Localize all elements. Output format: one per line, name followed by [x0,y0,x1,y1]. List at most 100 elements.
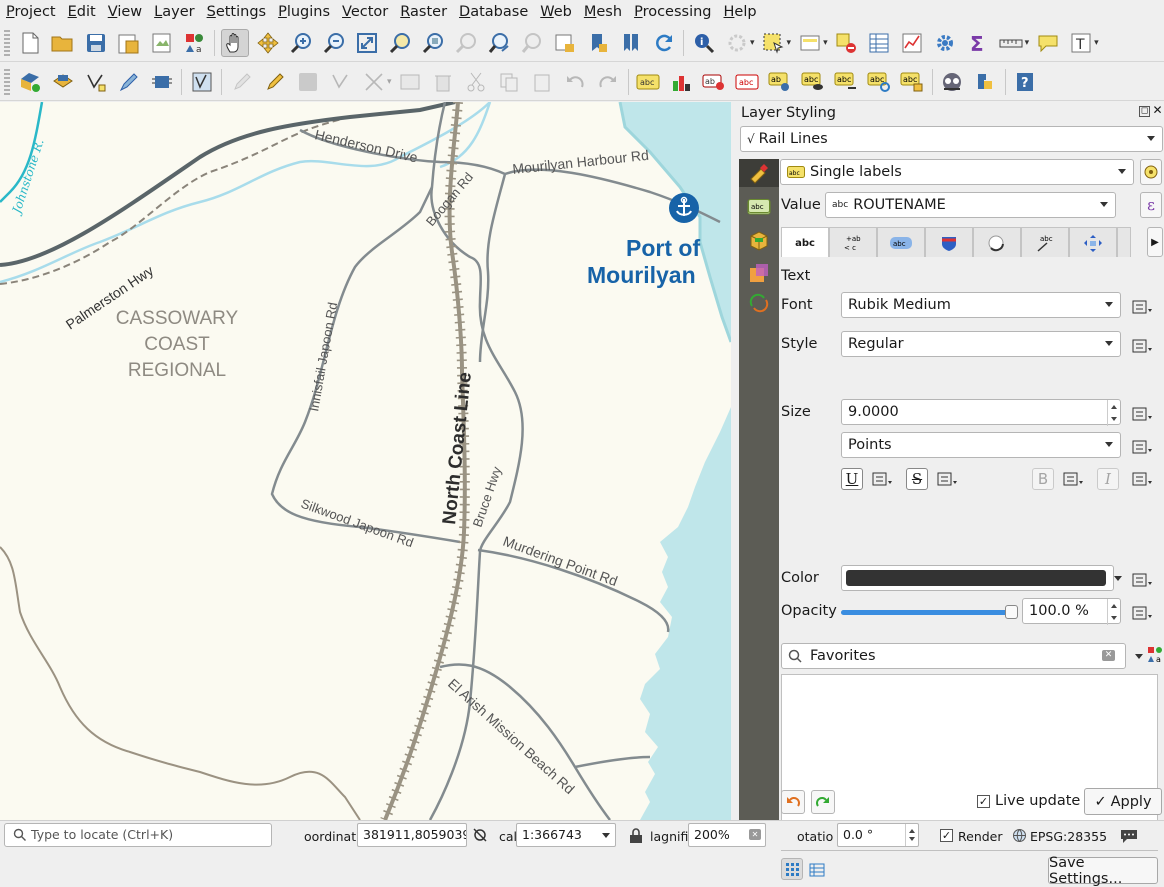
save-settings-button[interactable]: Save Settings... [1048,855,1158,887]
underline-button[interactable]: U [841,468,863,490]
magnifier-spinbox[interactable]: 200% ✕ [688,823,766,847]
toolbar-handle[interactable] [4,29,10,56]
unit-override-icon[interactable] [1131,437,1153,457]
new-project-icon[interactable] [16,29,44,57]
refresh-icon[interactable] [650,29,678,57]
identify-icon[interactable]: i [690,29,718,57]
color-override-icon[interactable] [1131,570,1153,590]
options-gear-icon[interactable] [931,29,959,57]
render-checkbox[interactable]: ✓ [940,829,953,842]
scale-dropdown-arrow[interactable] [602,833,610,838]
python-plugin-icon[interactable] [938,68,966,96]
icon-view-button[interactable] [781,858,803,880]
pan-to-selection-icon[interactable] [254,29,282,57]
digitize-pen-icon[interactable] [115,68,143,96]
tab-buffer[interactable]: abc [877,227,925,257]
color-button[interactable] [841,565,1114,591]
attribute-table-icon[interactable] [865,29,893,57]
scale-combo[interactable]: 1:366743 [516,823,616,847]
change-label-icon[interactable]: abc [898,68,926,96]
opacity-spinbox[interactable]: 100.0 % [1022,598,1121,625]
messages-icon[interactable] [1120,828,1138,848]
tab-background[interactable] [925,227,973,257]
zoom-to-selection-icon[interactable] [386,29,414,57]
undo-icon[interactable] [561,68,589,96]
locator-search[interactable]: Type to locate (Ctrl+K) [4,823,272,847]
preview-labels-icon[interactable]: abc [799,68,827,96]
zoom-full-icon[interactable] [353,29,381,57]
menu-layer[interactable]: Layer [148,0,200,24]
opacity-override-icon[interactable] [1131,603,1153,623]
vertex-tool-icon[interactable] [360,68,388,96]
python-console-icon[interactable] [971,68,999,96]
font-combo[interactable]: Rubik Medium [841,292,1121,318]
pan-hand-icon[interactable] [220,28,249,57]
help-icon[interactable]: ? [1011,68,1039,96]
tab-placement[interactable] [1069,227,1117,257]
strikeout-override-icon[interactable] [936,469,958,489]
coordinate-field[interactable]: 381911,8059039 [357,823,467,847]
save-project-icon[interactable] [82,29,110,57]
map-canvas[interactable]: Johnstone R. Palmerston Hwy Henderson Dr… [0,102,731,820]
italic-override-icon[interactable] [1131,469,1153,489]
save-edits-icon[interactable] [294,68,322,96]
tab-text[interactable]: abc [781,227,829,258]
symbology-brush-icon[interactable] [739,159,779,187]
copy-features-icon[interactable] [495,68,523,96]
mask-icon[interactable] [745,259,773,287]
redo-icon[interactable] [594,68,622,96]
redo-style-icon[interactable] [811,790,835,814]
style-search-input[interactable]: Favorites ✕ [781,643,1126,669]
measure-icon[interactable] [997,29,1025,57]
menu-settings[interactable]: Settings [201,0,273,24]
extents-toggle-icon[interactable] [472,827,488,847]
edit-pencil-icon[interactable] [261,68,289,96]
3d-view-icon[interactable] [745,227,773,255]
live-update-checkbox[interactable]: ✓ [977,795,990,808]
tabs-scroll-right[interactable]: ▶ [1147,227,1163,257]
show-hide-labels-icon[interactable]: ab [766,68,794,96]
tab-shadow[interactable] [973,227,1021,257]
size-override-icon[interactable] [1131,404,1153,424]
new-map-view-icon[interactable] [551,29,579,57]
layer-select-combo[interactable]: √ Rail Lines [740,126,1163,152]
zoom-in-icon[interactable] [287,29,315,57]
paste-features-icon[interactable] [528,68,556,96]
strikeout-button[interactable]: S [906,468,928,490]
action-icon[interactable] [723,29,751,57]
select-by-value-icon[interactable] [796,29,824,57]
dock-splitter[interactable] [731,102,739,820]
lock-scale-icon[interactable] [629,828,643,848]
tab-callouts[interactable]: abc [1021,227,1069,257]
delete-selected-icon[interactable] [429,68,457,96]
menu-plugins[interactable]: Plugins [272,0,336,24]
style-manager-icon[interactable]: a [181,29,209,57]
tab-formatting[interactable]: +ab < c [829,227,877,257]
label-rules-button[interactable] [1140,159,1162,185]
clear-search-icon[interactable]: ✕ [1102,650,1115,661]
menu-mesh[interactable]: Mesh [578,0,628,24]
globe-crs-icon[interactable] [1012,828,1027,847]
style-manager-icon[interactable]: a [1145,645,1164,665]
rotation-spinbox[interactable]: 0.0 ° [837,823,919,847]
zoom-out-icon[interactable] [320,29,348,57]
tab-rendering-partial[interactable] [1117,227,1131,257]
open-project-icon[interactable] [49,29,77,57]
deselect-icon[interactable] [832,29,860,57]
style-combo[interactable]: Regular [841,331,1121,357]
bold-override-icon[interactable] [1062,469,1084,489]
rotate-label-icon[interactable]: abc [865,68,893,96]
menu-processing[interactable]: Processing [628,0,717,24]
color-dropdown-arrow[interactable] [1112,568,1124,588]
menu-project[interactable]: Project [0,0,62,24]
new-layer-icon[interactable] [49,68,77,96]
edit-vector-icon[interactable] [188,68,216,96]
float-panel-button[interactable]: ◻ [1139,106,1150,117]
opacity-slider-handle[interactable] [1005,605,1018,619]
crs-label[interactable]: EPSG:28355 [1030,829,1107,844]
gps-device-icon[interactable] [148,68,176,96]
menu-help[interactable]: Help [718,0,763,24]
zoom-next-icon[interactable] [518,29,546,57]
data-source-manager-icon[interactable] [16,68,44,96]
save-as-icon[interactable] [115,29,143,57]
